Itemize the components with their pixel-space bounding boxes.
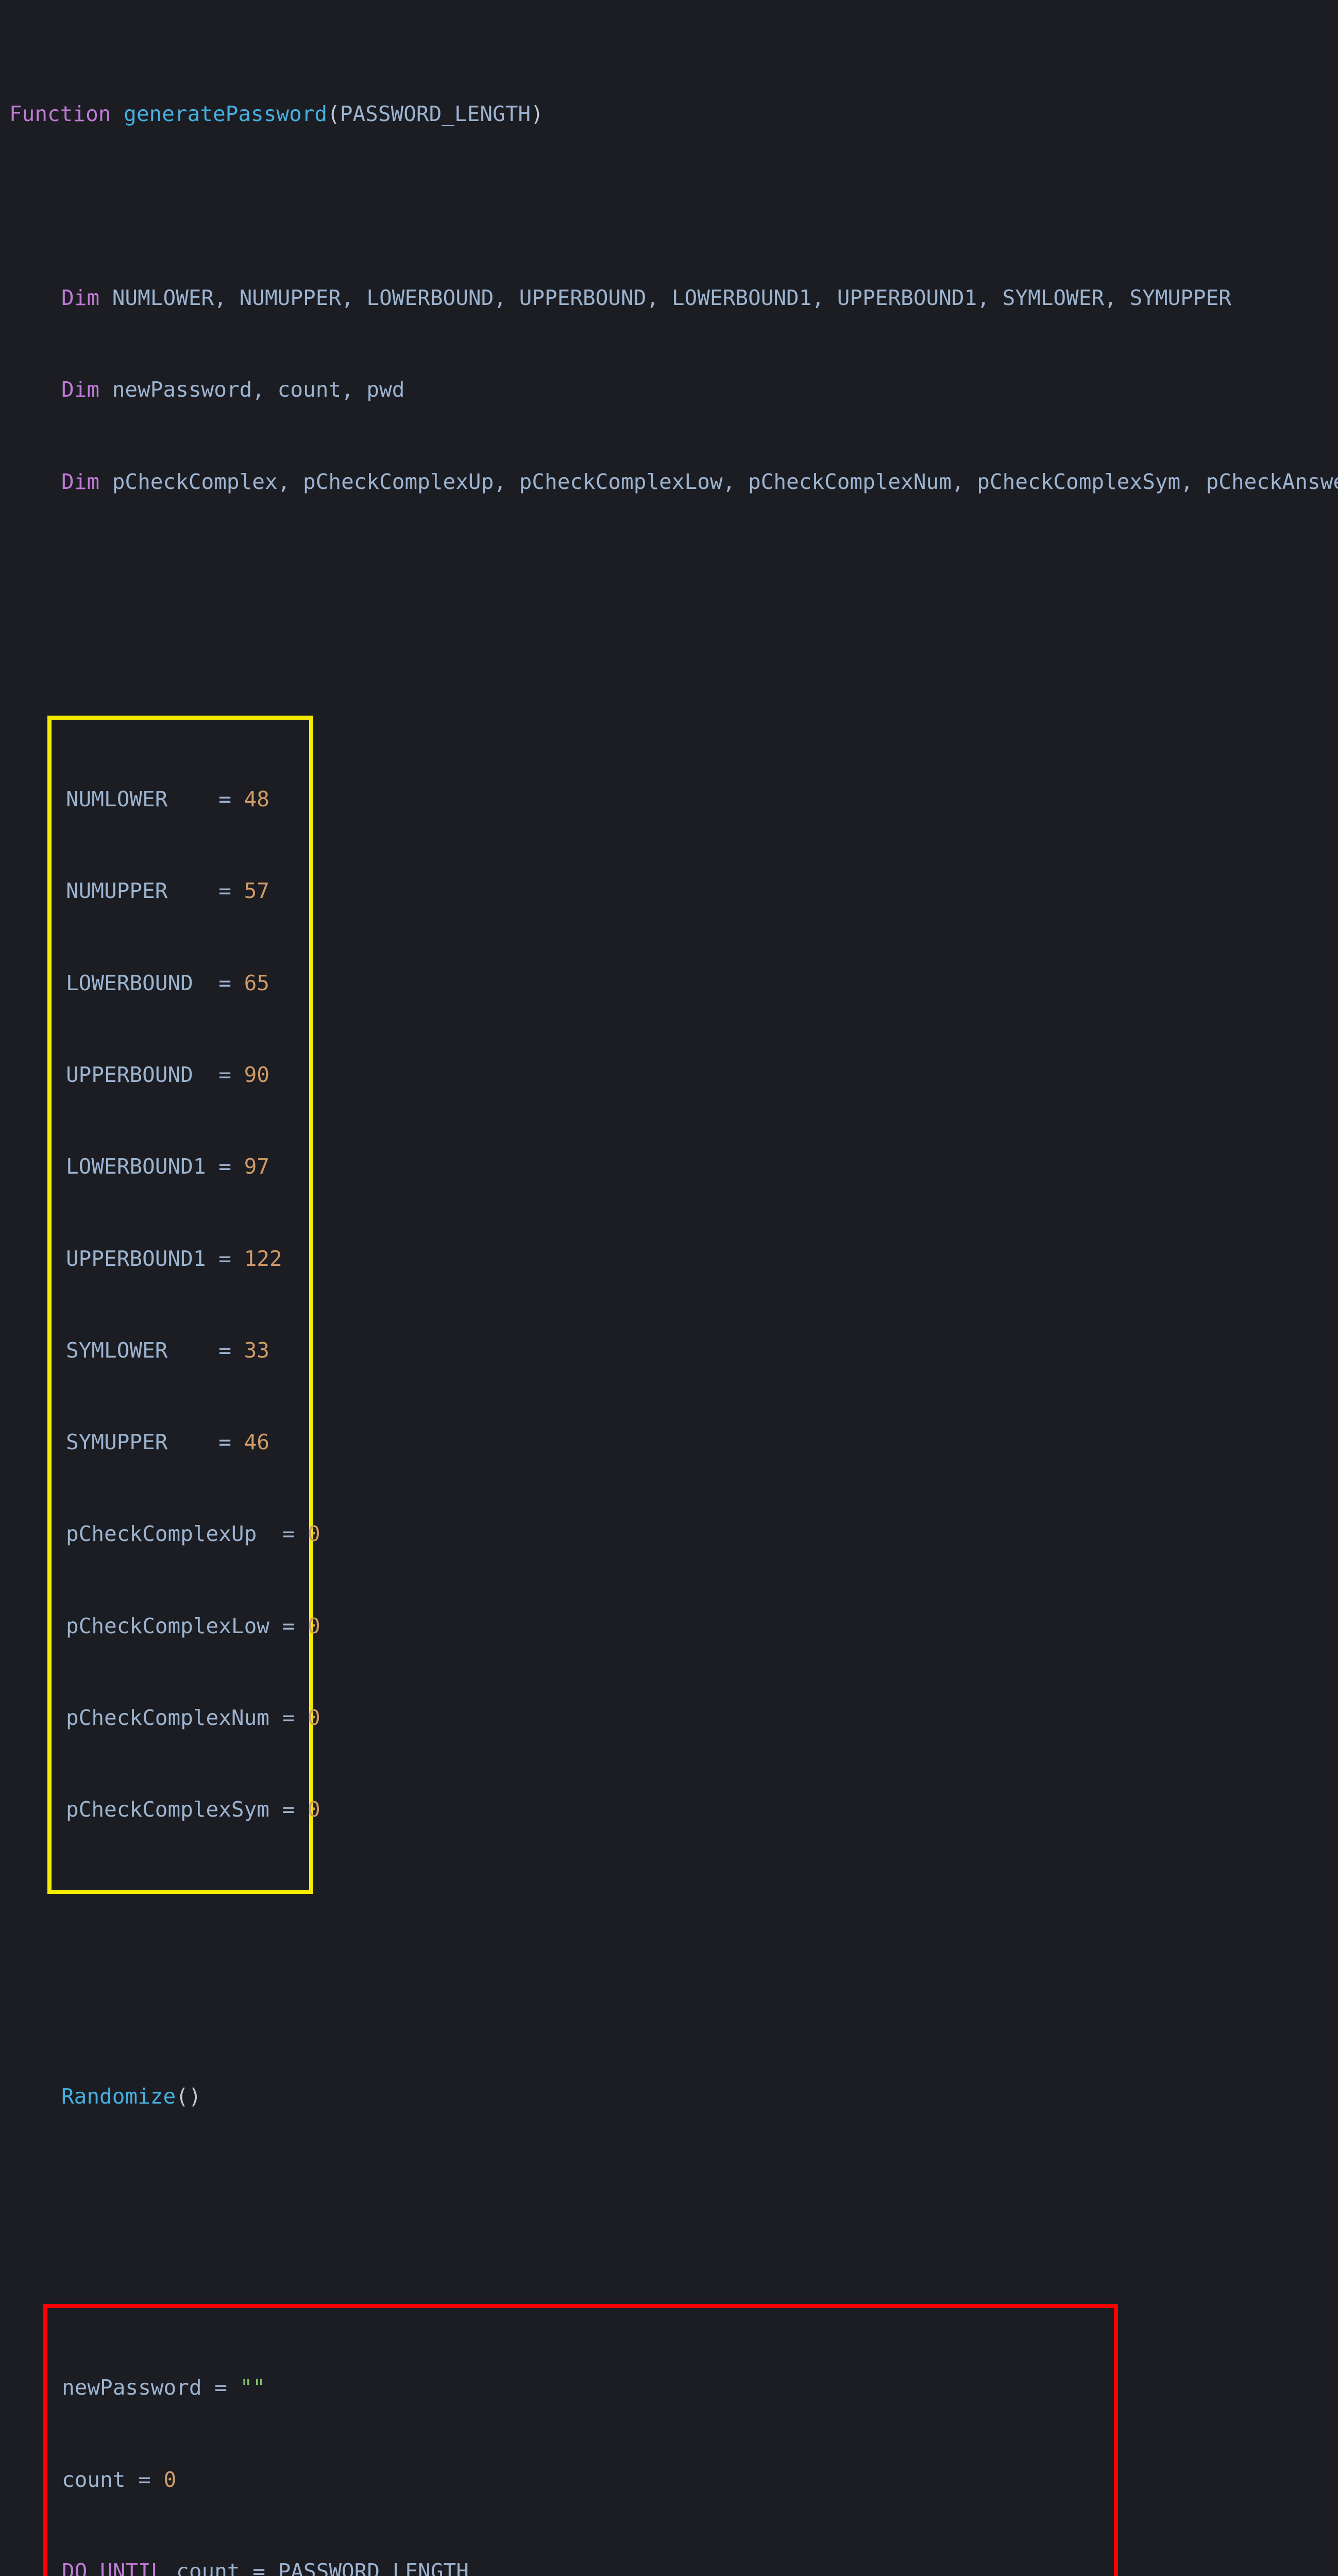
init-block: NUMLOWER = 48 NUMUPPER = 57 LOWERBOUND =… [47,716,313,1894]
blank [0,1990,1338,2020]
dim-line-1: Dim NUMLOWER, NUMUPPER, LOWERBOUND, UPPE… [0,283,1338,313]
assign-numupper: NUMUPPER = 57 [52,876,309,906]
newpassword-init: newPassword = "" [47,2372,1114,2403]
blank [0,2174,1338,2178]
assign-pchecklow: pCheckComplexLow = 0 [52,1611,309,1641]
assign-pchecknum: pCheckComplexNum = 0 [52,1703,309,1733]
assign-pcheckup: pCheckComplexUp = 0 [52,1519,309,1549]
fn-decl: Function generatePassword(PASSWORD_LENGT… [0,99,1338,129]
dim-line-3: Dim pCheckComplex, pCheckComplexUp, pChe… [0,467,1338,497]
blank [0,558,1338,589]
count-init: count = 0 [47,2465,1114,2495]
do-until: DO UNTIL count = PASSWORD_LENGTH [47,2556,1114,2576]
assign-pchecksym: pCheckComplexSym = 0 [52,1794,309,1825]
assign-numlower: NUMLOWER = 48 [52,784,309,815]
generation-loop: newPassword = "" count = 0 DO UNTIL coun… [43,2304,1118,2576]
assign-upperbound1: UPPERBOUND1 = 122 [52,1244,309,1274]
code-editor: Function generatePassword(PASSWORD_LENGT… [0,0,1338,2576]
blank [0,191,1338,222]
dim-line-2: Dim newPassword, count, pwd [0,375,1338,405]
assign-lowerbound: LOWERBOUND = 65 [52,968,309,998]
assign-upperbound: UPPERBOUND = 90 [52,1060,309,1090]
assign-symlower: SYMLOWER = 33 [52,1335,309,1366]
assign-lowerbound1: LOWERBOUND1 = 97 [52,1151,309,1182]
randomize-call: Randomize() [0,2081,1338,2112]
assign-symupper: SYMUPPER = 46 [52,1427,309,1458]
